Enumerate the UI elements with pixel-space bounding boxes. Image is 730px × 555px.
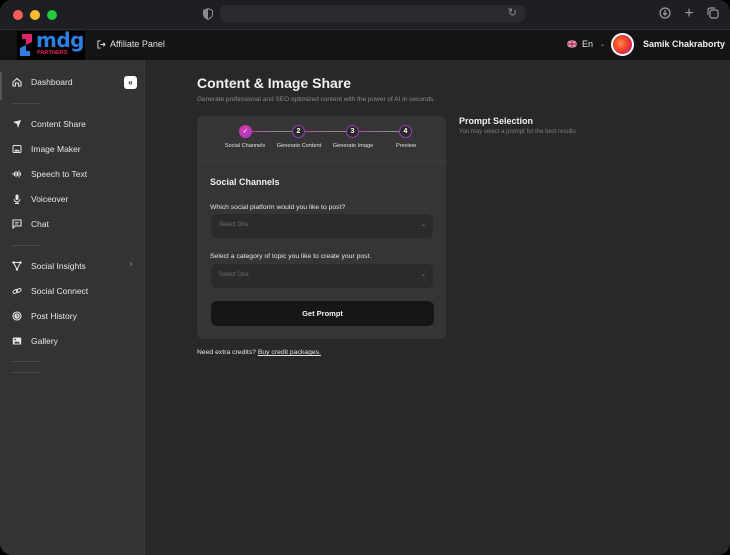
download-icon[interactable] [658, 7, 672, 21]
platform-select-placeholder: Select One [219, 222, 249, 228]
collapse-sidebar-button[interactable]: « [124, 76, 137, 89]
sidebar: Dashboard « Content Share Image Maker Sp… [0, 60, 145, 555]
user-name[interactable]: Samik Chakraborty [643, 39, 725, 49]
microphone-icon [13, 194, 21, 204]
step-connector [359, 131, 399, 132]
step-4-indicator[interactable]: 4 [399, 125, 412, 138]
chevron-right-icon[interactable]: › [130, 261, 132, 268]
minimize-window-button[interactable] [30, 10, 40, 20]
history-icon [12, 311, 22, 321]
sidebar-item-label: Dashboard [31, 77, 73, 87]
platform-select[interactable]: Select One ⌄ [211, 214, 433, 238]
sidebar-item-label: Speech to Text [31, 169, 88, 179]
chat-icon [12, 219, 22, 229]
sidebar-item-label: Chat [31, 219, 49, 229]
step-3-label: Generate Image [332, 143, 374, 149]
sidebar-item-label: Social Insights [31, 261, 86, 271]
insights-icon [12, 261, 22, 271]
brand-logo[interactable]: mdg PARTNERS [17, 28, 85, 60]
tabs-overview-icon[interactable] [706, 7, 720, 21]
step-connector [305, 131, 346, 132]
sidebar-item-dashboard[interactable]: Dashboard [12, 74, 73, 90]
app-window: ↻ + mdg PARTNERS Affiliate Panel En ⌄ Sa… [0, 0, 730, 555]
maximize-window-button[interactable] [47, 10, 57, 20]
sidebar-divider [12, 103, 40, 104]
sidebar-divider [12, 372, 40, 373]
sidebar-item-voiceover[interactable]: Voiceover [12, 191, 68, 207]
chevron-down-icon: ⌄ [420, 272, 426, 278]
page-title: Content & Image Share [197, 75, 352, 91]
language-selector[interactable]: En ⌄ [567, 39, 605, 49]
step-1-label: Social Channels [224, 143, 266, 149]
sidebar-item-speech-to-text[interactable]: Speech to Text [12, 166, 87, 182]
page-subtitle: Generate professional and SEO optimized … [197, 96, 436, 103]
platform-label: Which social platform would you like to … [210, 204, 346, 211]
affiliate-panel-label: Affiliate Panel [110, 39, 165, 49]
user-avatar[interactable] [611, 33, 634, 56]
sidebar-divider [12, 245, 40, 246]
logo-subtext: PARTNERS [37, 50, 68, 56]
gallery-icon [12, 337, 22, 345]
reload-icon[interactable]: ↻ [508, 7, 517, 20]
address-bar[interactable]: ↻ [220, 5, 525, 22]
sidebar-item-chat[interactable]: Chat [12, 216, 49, 232]
sidebar-item-post-history[interactable]: Post History [12, 308, 77, 324]
close-window-button[interactable] [13, 10, 23, 20]
sidebar-item-image-maker[interactable]: Image Maker [12, 141, 81, 157]
step-3-indicator[interactable]: 3 [346, 125, 359, 138]
shield-icon[interactable] [203, 8, 213, 20]
prompt-selection-subtitle: You may select a prompt for the best res… [459, 129, 576, 135]
send-icon [13, 120, 21, 128]
home-icon [12, 77, 22, 87]
prompt-selection-title: Prompt Selection [459, 116, 534, 126]
logo-mark-icon [20, 34, 32, 56]
category-select[interactable]: Select One ⌄ [211, 264, 433, 288]
buy-credits-link[interactable]: Buy credit packages. [258, 349, 321, 356]
chevron-down-icon: ⌄ [420, 222, 426, 228]
sidebar-item-gallery[interactable]: Gallery [12, 333, 58, 349]
sidebar-item-content-share[interactable]: Content Share [12, 116, 86, 132]
category-select-placeholder: Select One [219, 272, 249, 278]
app-header: mdg PARTNERS Affiliate Panel En ⌄ Samik … [0, 28, 730, 60]
logo-text: mdg [36, 28, 84, 52]
step-connector [252, 131, 292, 132]
section-title: Social Channels [210, 177, 280, 187]
get-prompt-button[interactable]: Get Prompt [211, 301, 434, 326]
sidebar-item-label: Content Share [31, 119, 86, 129]
wizard-card: ✓ 2 3 4 Social Channels Generate Content… [197, 116, 446, 339]
sidebar-item-label: Voiceover [31, 194, 69, 204]
link-icon [12, 287, 22, 295]
step-4-label: Preview [396, 143, 416, 149]
sidebar-item-label: Image Maker [31, 144, 81, 154]
step-2-label: Generate Content [276, 143, 322, 149]
active-indicator [0, 72, 2, 100]
sidebar-item-label: Gallery [31, 336, 58, 346]
step-2-indicator[interactable]: 2 [292, 125, 305, 138]
uk-flag-icon [567, 40, 577, 48]
category-label: Select a category of topic you like to c… [210, 253, 372, 260]
main-content: Content & Image Share Generate professio… [146, 60, 730, 555]
stepper: ✓ 2 3 4 Social Channels Generate Content… [197, 116, 446, 162]
waveform-icon [12, 170, 21, 178]
affiliate-panel-link[interactable]: Affiliate Panel [97, 39, 165, 49]
sidebar-item-label: Post History [31, 311, 77, 321]
credits-note: Need extra credits? Buy credit packages. [197, 349, 321, 356]
browser-toolbar: ↻ + [0, 0, 730, 30]
sidebar-item-label: Social Connect [31, 286, 89, 296]
sidebar-item-social-insights[interactable]: Social Insights [12, 258, 86, 274]
sidebar-item-social-connect[interactable]: Social Connect [12, 283, 88, 299]
logout-arrow-icon [97, 39, 106, 49]
step-1-indicator[interactable]: ✓ [239, 125, 252, 138]
credits-text: Need extra credits? [197, 349, 256, 356]
chevron-down-icon: ⌄ [600, 41, 606, 48]
language-label: En [582, 39, 594, 49]
new-tab-icon[interactable]: + [682, 6, 696, 22]
sidebar-divider [12, 361, 40, 362]
image-icon [12, 145, 22, 153]
